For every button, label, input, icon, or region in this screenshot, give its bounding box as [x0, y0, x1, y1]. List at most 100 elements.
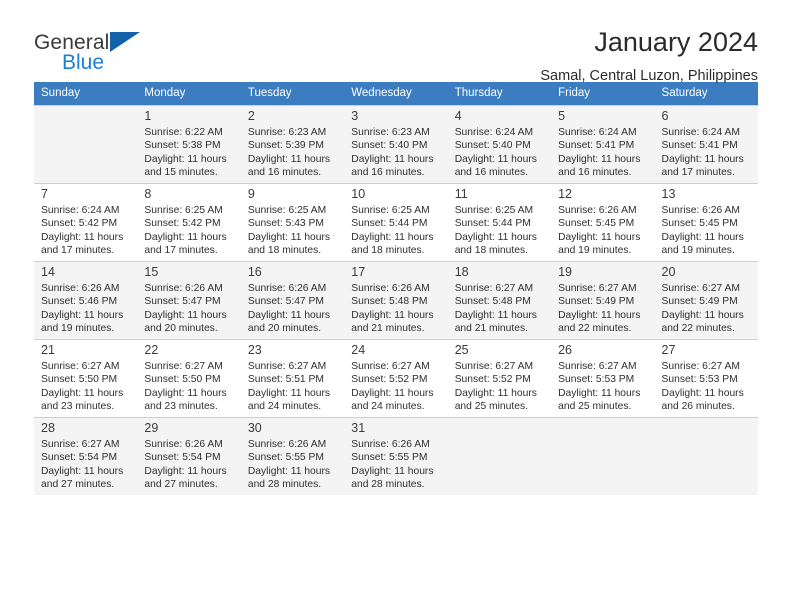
- sun-times-info: Sunrise: 6:22 AM Sunset: 5:38 PM Dayligh…: [144, 127, 227, 179]
- calendar-day-cell[interactable]: 9 Sunrise: 6:25 AM Sunset: 5:43 PM Daylig…: [240, 183, 345, 261]
- calendar-day-cell[interactable]: 14 Sunrise: 6:26 AM Sunset: 5:46 PM Dayli…: [34, 261, 138, 339]
- day-number: 23: [247, 343, 262, 357]
- calendar-day-cell[interactable]: 6 Sunrise: 6:24 AM Sunset: 5:41 PM Daylig…: [654, 105, 758, 183]
- calendar-week-row: 28 Sunrise: 6:27 AM Sunset: 5:54 PM Dayli…: [34, 417, 758, 495]
- calendar-day-cell[interactable]: 1 Sunrise: 6:22 AM Sunset: 5:38 PM Daylig…: [137, 105, 241, 183]
- calendar-day-cell[interactable]: 27 Sunrise: 6:27 AM Sunset: 5:53 PM Dayli…: [654, 339, 758, 417]
- sun-times-info: Sunrise: 6:26 AM Sunset: 5:55 PM Dayligh…: [247, 439, 331, 491]
- sun-times-info: Sunrise: 6:26 AM Sunset: 5:55 PM Dayligh…: [351, 439, 434, 491]
- sun-times-info: Sunrise: 6:26 AM Sunset: 5:54 PM Dayligh…: [144, 439, 227, 491]
- weekday-header-monday: Monday: [137, 82, 241, 105]
- calendar-day-cell[interactable]: 10 Sunrise: 6:25 AM Sunset: 5:44 PM Dayli…: [344, 183, 448, 261]
- calendar-cell-empty: [34, 105, 138, 183]
- calendar-day-cell[interactable]: 18 Sunrise: 6:27 AM Sunset: 5:48 PM Dayli…: [447, 261, 552, 339]
- sun-times-info: Sunrise: 6:27 AM Sunset: 5:49 PM Dayligh…: [661, 283, 744, 335]
- weekday-header-tuesday: Tuesday: [240, 82, 345, 105]
- calendar-cell-inner: 27 Sunrise: 6:27 AM Sunset: 5:53 PM Dayli…: [654, 339, 758, 417]
- calendar-day-cell[interactable]: 12 Sunrise: 6:26 AM Sunset: 5:45 PM Dayli…: [551, 183, 655, 261]
- calendar-table: Sunday Monday Tuesday Wednesday Thursday…: [34, 82, 758, 495]
- calendar-day-cell[interactable]: 31 Sunrise: 6:26 AM Sunset: 5:55 PM Dayli…: [344, 417, 448, 495]
- calendar-cell-inner: [551, 417, 655, 495]
- calendar-day-cell[interactable]: 22 Sunrise: 6:27 AM Sunset: 5:50 PM Dayli…: [137, 339, 241, 417]
- day-number: 11: [454, 187, 468, 201]
- weekday-header-wednesday: Wednesday: [344, 82, 448, 105]
- calendar-day-cell[interactable]: 19 Sunrise: 6:27 AM Sunset: 5:49 PM Dayli…: [551, 261, 655, 339]
- calendar-cell-empty: [654, 417, 758, 495]
- sun-times-info: Sunrise: 6:24 AM Sunset: 5:41 PM Dayligh…: [661, 127, 744, 179]
- calendar-cell-inner: 21 Sunrise: 6:27 AM Sunset: 5:50 PM Dayli…: [34, 339, 138, 417]
- calendar-day-cell[interactable]: 24 Sunrise: 6:27 AM Sunset: 5:52 PM Dayli…: [344, 339, 448, 417]
- sun-times-info: Sunrise: 6:26 AM Sunset: 5:48 PM Dayligh…: [351, 283, 434, 335]
- calendar-day-cell[interactable]: 28 Sunrise: 6:27 AM Sunset: 5:54 PM Dayli…: [34, 417, 138, 495]
- day-number: 28: [41, 421, 55, 435]
- calendar-day-cell[interactable]: 17 Sunrise: 6:26 AM Sunset: 5:48 PM Dayli…: [344, 261, 448, 339]
- day-number: 1: [144, 109, 152, 123]
- day-number: 15: [144, 265, 159, 279]
- calendar-cell-empty: [447, 417, 552, 495]
- page-header: General Blue January 2024 Samal, Central…: [34, 0, 758, 84]
- page-title: January 2024: [594, 27, 758, 57]
- calendar-day-cell[interactable]: 16 Sunrise: 6:26 AM Sunset: 5:47 PM Dayli…: [240, 261, 345, 339]
- sun-times-info: Sunrise: 6:23 AM Sunset: 5:39 PM Dayligh…: [247, 127, 331, 179]
- calendar-cell-inner: 24 Sunrise: 6:27 AM Sunset: 5:52 PM Dayli…: [344, 339, 448, 417]
- calendar-page: General Blue January 2024 Samal, Central…: [0, 0, 792, 612]
- day-number: 18: [454, 265, 469, 279]
- day-number: 26: [558, 343, 573, 357]
- calendar-day-cell[interactable]: 8 Sunrise: 6:25 AM Sunset: 5:42 PM Daylig…: [137, 183, 241, 261]
- calendar-day-cell[interactable]: 5 Sunrise: 6:24 AM Sunset: 5:41 PM Daylig…: [551, 105, 655, 183]
- weekday-header-thursday: Thursday: [447, 82, 552, 105]
- sun-times-info: Sunrise: 6:27 AM Sunset: 5:49 PM Dayligh…: [558, 283, 641, 335]
- calendar-cell-inner: 17 Sunrise: 6:26 AM Sunset: 5:48 PM Dayli…: [344, 261, 448, 339]
- sun-times-info: Sunrise: 6:27 AM Sunset: 5:51 PM Dayligh…: [247, 361, 331, 413]
- calendar-cell-inner: 6 Sunrise: 6:24 AM Sunset: 5:41 PM Daylig…: [654, 105, 758, 183]
- calendar-day-cell[interactable]: 25 Sunrise: 6:27 AM Sunset: 5:52 PM Dayli…: [447, 339, 552, 417]
- calendar-day-cell[interactable]: 21 Sunrise: 6:27 AM Sunset: 5:50 PM Dayli…: [34, 339, 138, 417]
- calendar-cell-inner: 15 Sunrise: 6:26 AM Sunset: 5:47 PM Dayli…: [137, 261, 241, 339]
- sun-times-info: Sunrise: 6:27 AM Sunset: 5:48 PM Dayligh…: [454, 283, 537, 335]
- calendar-day-cell[interactable]: 29 Sunrise: 6:26 AM Sunset: 5:54 PM Dayli…: [137, 417, 241, 495]
- calendar-day-cell[interactable]: 23 Sunrise: 6:27 AM Sunset: 5:51 PM Dayli…: [240, 339, 345, 417]
- day-number: 16: [247, 265, 262, 279]
- calendar-cell-inner: 22 Sunrise: 6:27 AM Sunset: 5:50 PM Dayli…: [137, 339, 241, 417]
- calendar-day-cell[interactable]: 3 Sunrise: 6:23 AM Sunset: 5:40 PM Daylig…: [344, 105, 448, 183]
- calendar-day-cell[interactable]: 13 Sunrise: 6:26 AM Sunset: 5:45 PM Dayli…: [654, 183, 758, 261]
- day-number: 17: [351, 265, 366, 279]
- day-number: 3: [351, 109, 359, 123]
- calendar-day-cell[interactable]: 15 Sunrise: 6:26 AM Sunset: 5:47 PM Dayli…: [137, 261, 241, 339]
- day-number: 20: [661, 265, 676, 279]
- calendar-cell-inner: 16 Sunrise: 6:26 AM Sunset: 5:47 PM Dayli…: [240, 261, 345, 339]
- calendar-cell-inner: 26 Sunrise: 6:27 AM Sunset: 5:53 PM Dayli…: [551, 339, 655, 417]
- sun-times-info: Sunrise: 6:24 AM Sunset: 5:42 PM Dayligh…: [41, 205, 124, 257]
- weekday-header-sunday: Sunday: [34, 82, 138, 105]
- calendar-day-cell[interactable]: 20 Sunrise: 6:27 AM Sunset: 5:49 PM Dayli…: [654, 261, 758, 339]
- calendar-day-cell[interactable]: 7 Sunrise: 6:24 AM Sunset: 5:42 PM Daylig…: [34, 183, 138, 261]
- day-number: 2: [247, 109, 255, 123]
- day-number: 31: [351, 421, 366, 435]
- calendar-day-cell[interactable]: 26 Sunrise: 6:27 AM Sunset: 5:53 PM Dayli…: [551, 339, 655, 417]
- calendar-day-cell[interactable]: 11 Sunrise: 6:25 AM Sunset: 5:44 PM Dayli…: [447, 183, 552, 261]
- day-number: 10: [351, 187, 366, 201]
- calendar-cell-inner: 29 Sunrise: 6:26 AM Sunset: 5:54 PM Dayli…: [137, 417, 241, 495]
- sun-times-info: Sunrise: 6:26 AM Sunset: 5:45 PM Dayligh…: [558, 205, 641, 257]
- day-number: 29: [144, 421, 159, 435]
- calendar-cell-inner: 28 Sunrise: 6:27 AM Sunset: 5:54 PM Dayli…: [34, 417, 138, 495]
- calendar-cell-inner: 19 Sunrise: 6:27 AM Sunset: 5:49 PM Dayli…: [551, 261, 655, 339]
- calendar-cell-inner: [654, 417, 758, 495]
- calendar-day-cell[interactable]: 4 Sunrise: 6:24 AM Sunset: 5:40 PM Daylig…: [447, 105, 552, 183]
- day-number: 27: [661, 343, 676, 357]
- day-number: 8: [144, 187, 152, 201]
- day-number: 21: [41, 343, 55, 357]
- sun-times-info: Sunrise: 6:27 AM Sunset: 5:52 PM Dayligh…: [454, 361, 537, 413]
- sun-times-info: Sunrise: 6:27 AM Sunset: 5:54 PM Dayligh…: [41, 439, 124, 491]
- calendar-cell-inner: 18 Sunrise: 6:27 AM Sunset: 5:48 PM Dayli…: [447, 261, 552, 339]
- sun-times-info: Sunrise: 6:27 AM Sunset: 5:53 PM Dayligh…: [661, 361, 744, 413]
- calendar-cell-inner: 8 Sunrise: 6:25 AM Sunset: 5:42 PM Daylig…: [137, 183, 241, 261]
- calendar-day-cell[interactable]: 30 Sunrise: 6:26 AM Sunset: 5:55 PM Dayli…: [240, 417, 345, 495]
- sun-times-info: Sunrise: 6:26 AM Sunset: 5:47 PM Dayligh…: [144, 283, 227, 335]
- calendar-day-cell[interactable]: 2 Sunrise: 6:23 AM Sunset: 5:39 PM Daylig…: [240, 105, 345, 183]
- calendar-cell-inner: 4 Sunrise: 6:24 AM Sunset: 5:40 PM Daylig…: [447, 105, 552, 183]
- sun-times-info: Sunrise: 6:25 AM Sunset: 5:43 PM Dayligh…: [247, 205, 331, 257]
- brand-logo[interactable]: General Blue: [34, 26, 164, 73]
- sun-times-info: Sunrise: 6:27 AM Sunset: 5:50 PM Dayligh…: [144, 361, 227, 413]
- calendar-week-row: 14 Sunrise: 6:26 AM Sunset: 5:46 PM Dayli…: [34, 261, 758, 339]
